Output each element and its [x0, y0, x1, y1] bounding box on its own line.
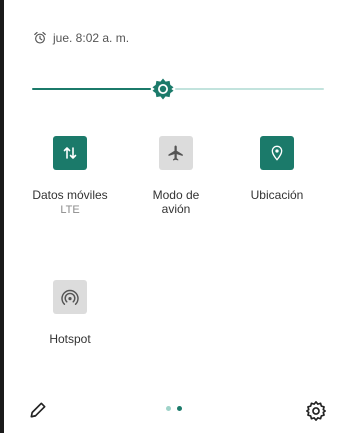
tile-hotspot-button[interactable]	[53, 280, 87, 314]
hotspot-icon	[61, 289, 79, 305]
alarm-text: jue. 8:02 a. m.	[53, 31, 130, 45]
location-pin-icon	[271, 145, 283, 161]
gear-icon[interactable]	[305, 400, 327, 422]
page-dot-2[interactable]	[177, 406, 182, 411]
tile-location-label: Ubicación	[250, 188, 304, 202]
tile-location[interactable]: Ubicación	[227, 136, 327, 202]
tile-airplane-label: Modo de avión	[152, 188, 200, 216]
alarm-status[interactable]: jue. 8:02 a. m.	[33, 28, 129, 48]
panel-left-edge	[0, 0, 4, 433]
brightness-icon[interactable]	[151, 77, 175, 101]
mobile-data-arrows-icon	[63, 147, 77, 159]
tile-airplane[interactable]: Modo de avión	[126, 136, 226, 216]
brightness-track-rest	[175, 88, 324, 90]
tile-hotspot[interactable]: Hotspot	[20, 280, 120, 346]
tile-mobile-data-label: Datos móviles	[32, 188, 108, 202]
tile-location-button[interactable]	[260, 136, 294, 170]
page-dot-1[interactable]	[166, 406, 171, 411]
brightness-track-active	[32, 88, 151, 90]
tile-airplane-button[interactable]	[159, 136, 193, 170]
tile-mobile-data[interactable]: Datos móviles LTE	[20, 136, 120, 217]
pencil-icon[interactable]	[28, 400, 48, 420]
tile-mobile-data-sublabel: LTE	[60, 204, 80, 216]
brightness-slider[interactable]	[32, 77, 324, 101]
page-indicator[interactable]	[166, 406, 182, 411]
alarm-clock-icon	[34, 31, 46, 44]
tile-mobile-data-button[interactable]	[53, 136, 87, 170]
airplane-icon	[168, 145, 183, 161]
tile-hotspot-label: Hotspot	[49, 332, 91, 346]
